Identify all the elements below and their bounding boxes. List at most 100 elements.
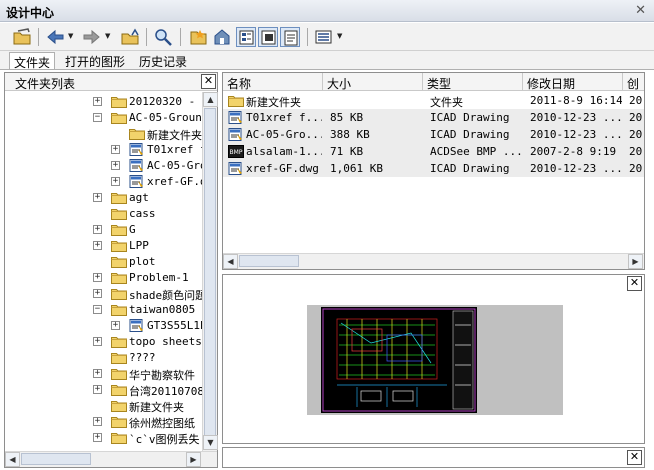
scroll-right-icon[interactable]: ▶ [186, 452, 201, 467]
expand-icon[interactable]: + [93, 369, 102, 378]
scroll-up-icon[interactable]: ▲ [203, 92, 218, 107]
tree-node[interactable]: + G [5, 222, 202, 238]
file-row[interactable]: xref-GF.dwg 1,061 KB ICAD Drawing 2010-12-2… [223, 160, 644, 177]
folder-icon [111, 111, 127, 124]
cell-created: 20 [629, 128, 643, 141]
tree-node[interactable]: + topo sheets [5, 334, 202, 350]
back-dropdown-icon[interactable]: ▼ [68, 32, 73, 40]
list-scroll-left-icon[interactable]: ◀ [223, 254, 238, 269]
tree-node[interactable]: + GT3S55L1P [5, 318, 202, 334]
file-row[interactable]: 新建文件夹 文件夹 2011-8-9 16:14 20 [223, 92, 644, 109]
tree-node[interactable]: +20120320 - o [5, 94, 202, 110]
tree-node[interactable]: + T01xref f [5, 142, 202, 158]
tree-node[interactable]: + `c`v图例丢失 [5, 430, 202, 446]
tree-node[interactable]: + xref-GF.d [5, 174, 202, 190]
title-bar: 设计中心 ✕ [0, 0, 654, 22]
tree-node[interactable]: ???? [5, 350, 202, 366]
tree-vertical-scrollbar[interactable]: ▲ ▼ [202, 92, 218, 451]
file-row[interactable]: BMP alsalam-1... 71 KB ACDSee BMP ... 2007-2… [223, 143, 644, 160]
close-preview-icon[interactable]: ✕ [627, 276, 642, 291]
column-size[interactable]: 大小 [323, 73, 423, 91]
cell-modified: 2010-12-23 ... [530, 128, 622, 141]
load-folder-icon[interactable] [12, 27, 32, 47]
file-row[interactable]: T01xref f... 85 KB ICAD Drawing 2010-12-23 … [223, 109, 644, 126]
expand-icon[interactable]: + [111, 161, 120, 170]
folder-list-header: 文件夹列表 ✕ [5, 73, 217, 91]
folder-icon [111, 255, 127, 268]
back-arrow-icon[interactable] [45, 27, 65, 47]
views-icon[interactable] [314, 27, 334, 47]
expand-icon[interactable]: + [93, 433, 102, 442]
tree-node[interactable]: − AC-05-Ground [5, 110, 202, 126]
expand-icon[interactable]: + [93, 273, 102, 282]
scroll-thumb[interactable] [204, 108, 216, 438]
folder-icon [111, 415, 127, 428]
tree-node-label: 20120320 - o [129, 95, 202, 108]
preview-toggle-icon[interactable] [258, 27, 278, 47]
tree-node[interactable]: cass [5, 206, 202, 222]
favorites-icon[interactable] [188, 27, 208, 47]
close-description-icon[interactable]: ✕ [627, 450, 642, 465]
tree-node[interactable]: + LPP [5, 238, 202, 254]
expand-icon[interactable]: + [93, 241, 102, 250]
folder-tree: +20120320 - o − AC-05-Ground 新建文件夹 + T01xref … [5, 92, 202, 451]
tab-open-drawings[interactable]: 打开的图形 [61, 52, 129, 69]
tree-node[interactable]: + 华宁勘察软件 [5, 366, 202, 382]
tree-node[interactable]: + AC-05-Gro [5, 158, 202, 174]
expand-icon[interactable]: + [93, 225, 102, 234]
tree-node[interactable]: + Problem-1 [5, 270, 202, 286]
tree-node[interactable]: + shade颜色问题 [5, 286, 202, 302]
tree-horizontal-scrollbar[interactable]: ◀ ▶ [5, 451, 217, 467]
bmp-file-icon: BMP [228, 145, 244, 158]
column-name[interactable]: 名称 [223, 73, 323, 91]
tree-node[interactable]: + 徐州燃控图纸 [5, 414, 202, 430]
expand-icon[interactable]: + [111, 321, 120, 330]
drawing-file-icon [228, 128, 244, 141]
tree-node[interactable]: plot [5, 254, 202, 270]
collapse-icon[interactable]: − [93, 305, 102, 314]
tab-folders[interactable]: 文件夹 [9, 52, 56, 70]
expand-icon[interactable]: + [93, 385, 102, 394]
tree-node[interactable]: 新建文件夹 [5, 126, 202, 142]
expand-icon[interactable]: + [93, 289, 102, 298]
close-folder-list-icon[interactable]: ✕ [201, 74, 216, 89]
list-scroll-right-icon[interactable]: ▶ [628, 254, 643, 269]
drawing-file-icon [129, 159, 145, 172]
list-hscroll-thumb[interactable] [239, 255, 299, 267]
search-icon[interactable] [153, 27, 173, 47]
column-type[interactable]: 类型 [423, 73, 523, 91]
tree-node[interactable]: 新建文件夹 [5, 398, 202, 414]
expand-icon[interactable]: + [93, 337, 102, 346]
expand-icon[interactable]: + [93, 417, 102, 426]
views-dropdown-icon[interactable]: ▼ [337, 32, 342, 40]
tree-node-label: LPP [129, 239, 149, 252]
hscroll-thumb[interactable] [21, 453, 91, 465]
cell-created: 20 [629, 145, 643, 158]
list-horizontal-scrollbar[interactable]: ◀ ▶ [223, 253, 644, 269]
column-modified[interactable]: 修改日期 [523, 73, 623, 91]
expand-icon[interactable]: + [93, 97, 102, 106]
forward-dropdown-icon[interactable]: ▼ [105, 32, 110, 40]
tree-node[interactable]: + agt [5, 190, 202, 206]
cell-modified: 2010-12-23 ... [530, 162, 622, 175]
tree-view-toggle-icon[interactable] [236, 27, 256, 47]
description-toggle-icon[interactable] [280, 27, 300, 47]
scroll-down-icon[interactable]: ▼ [203, 435, 218, 450]
drawing-file-icon [129, 143, 145, 156]
tab-history[interactable]: 历史记录 [135, 52, 191, 69]
cell-name: T01xref f... [246, 111, 322, 124]
close-icon[interactable]: ✕ [635, 3, 646, 18]
column-created[interactable]: 创 [623, 73, 644, 91]
up-folder-icon[interactable] [120, 27, 140, 47]
tree-node[interactable]: + 台湾20110708 [5, 382, 202, 398]
file-list-panel: 名称 大小 类型 修改日期 创 新建文件夹 文件夹 2011-8-9 16:14 20… [222, 72, 645, 270]
tree-node[interactable]: − taiwan0805 [5, 302, 202, 318]
expand-icon[interactable]: + [111, 145, 120, 154]
collapse-icon[interactable]: − [93, 113, 102, 122]
home-icon[interactable] [212, 27, 232, 47]
scroll-left-icon[interactable]: ◀ [5, 452, 20, 467]
expand-icon[interactable]: + [111, 177, 120, 186]
forward-arrow-icon[interactable] [82, 27, 102, 47]
file-row[interactable]: AC-05-Gro... 388 KB ICAD Drawing 2010-12-23… [223, 126, 644, 143]
expand-icon[interactable]: + [93, 193, 102, 202]
